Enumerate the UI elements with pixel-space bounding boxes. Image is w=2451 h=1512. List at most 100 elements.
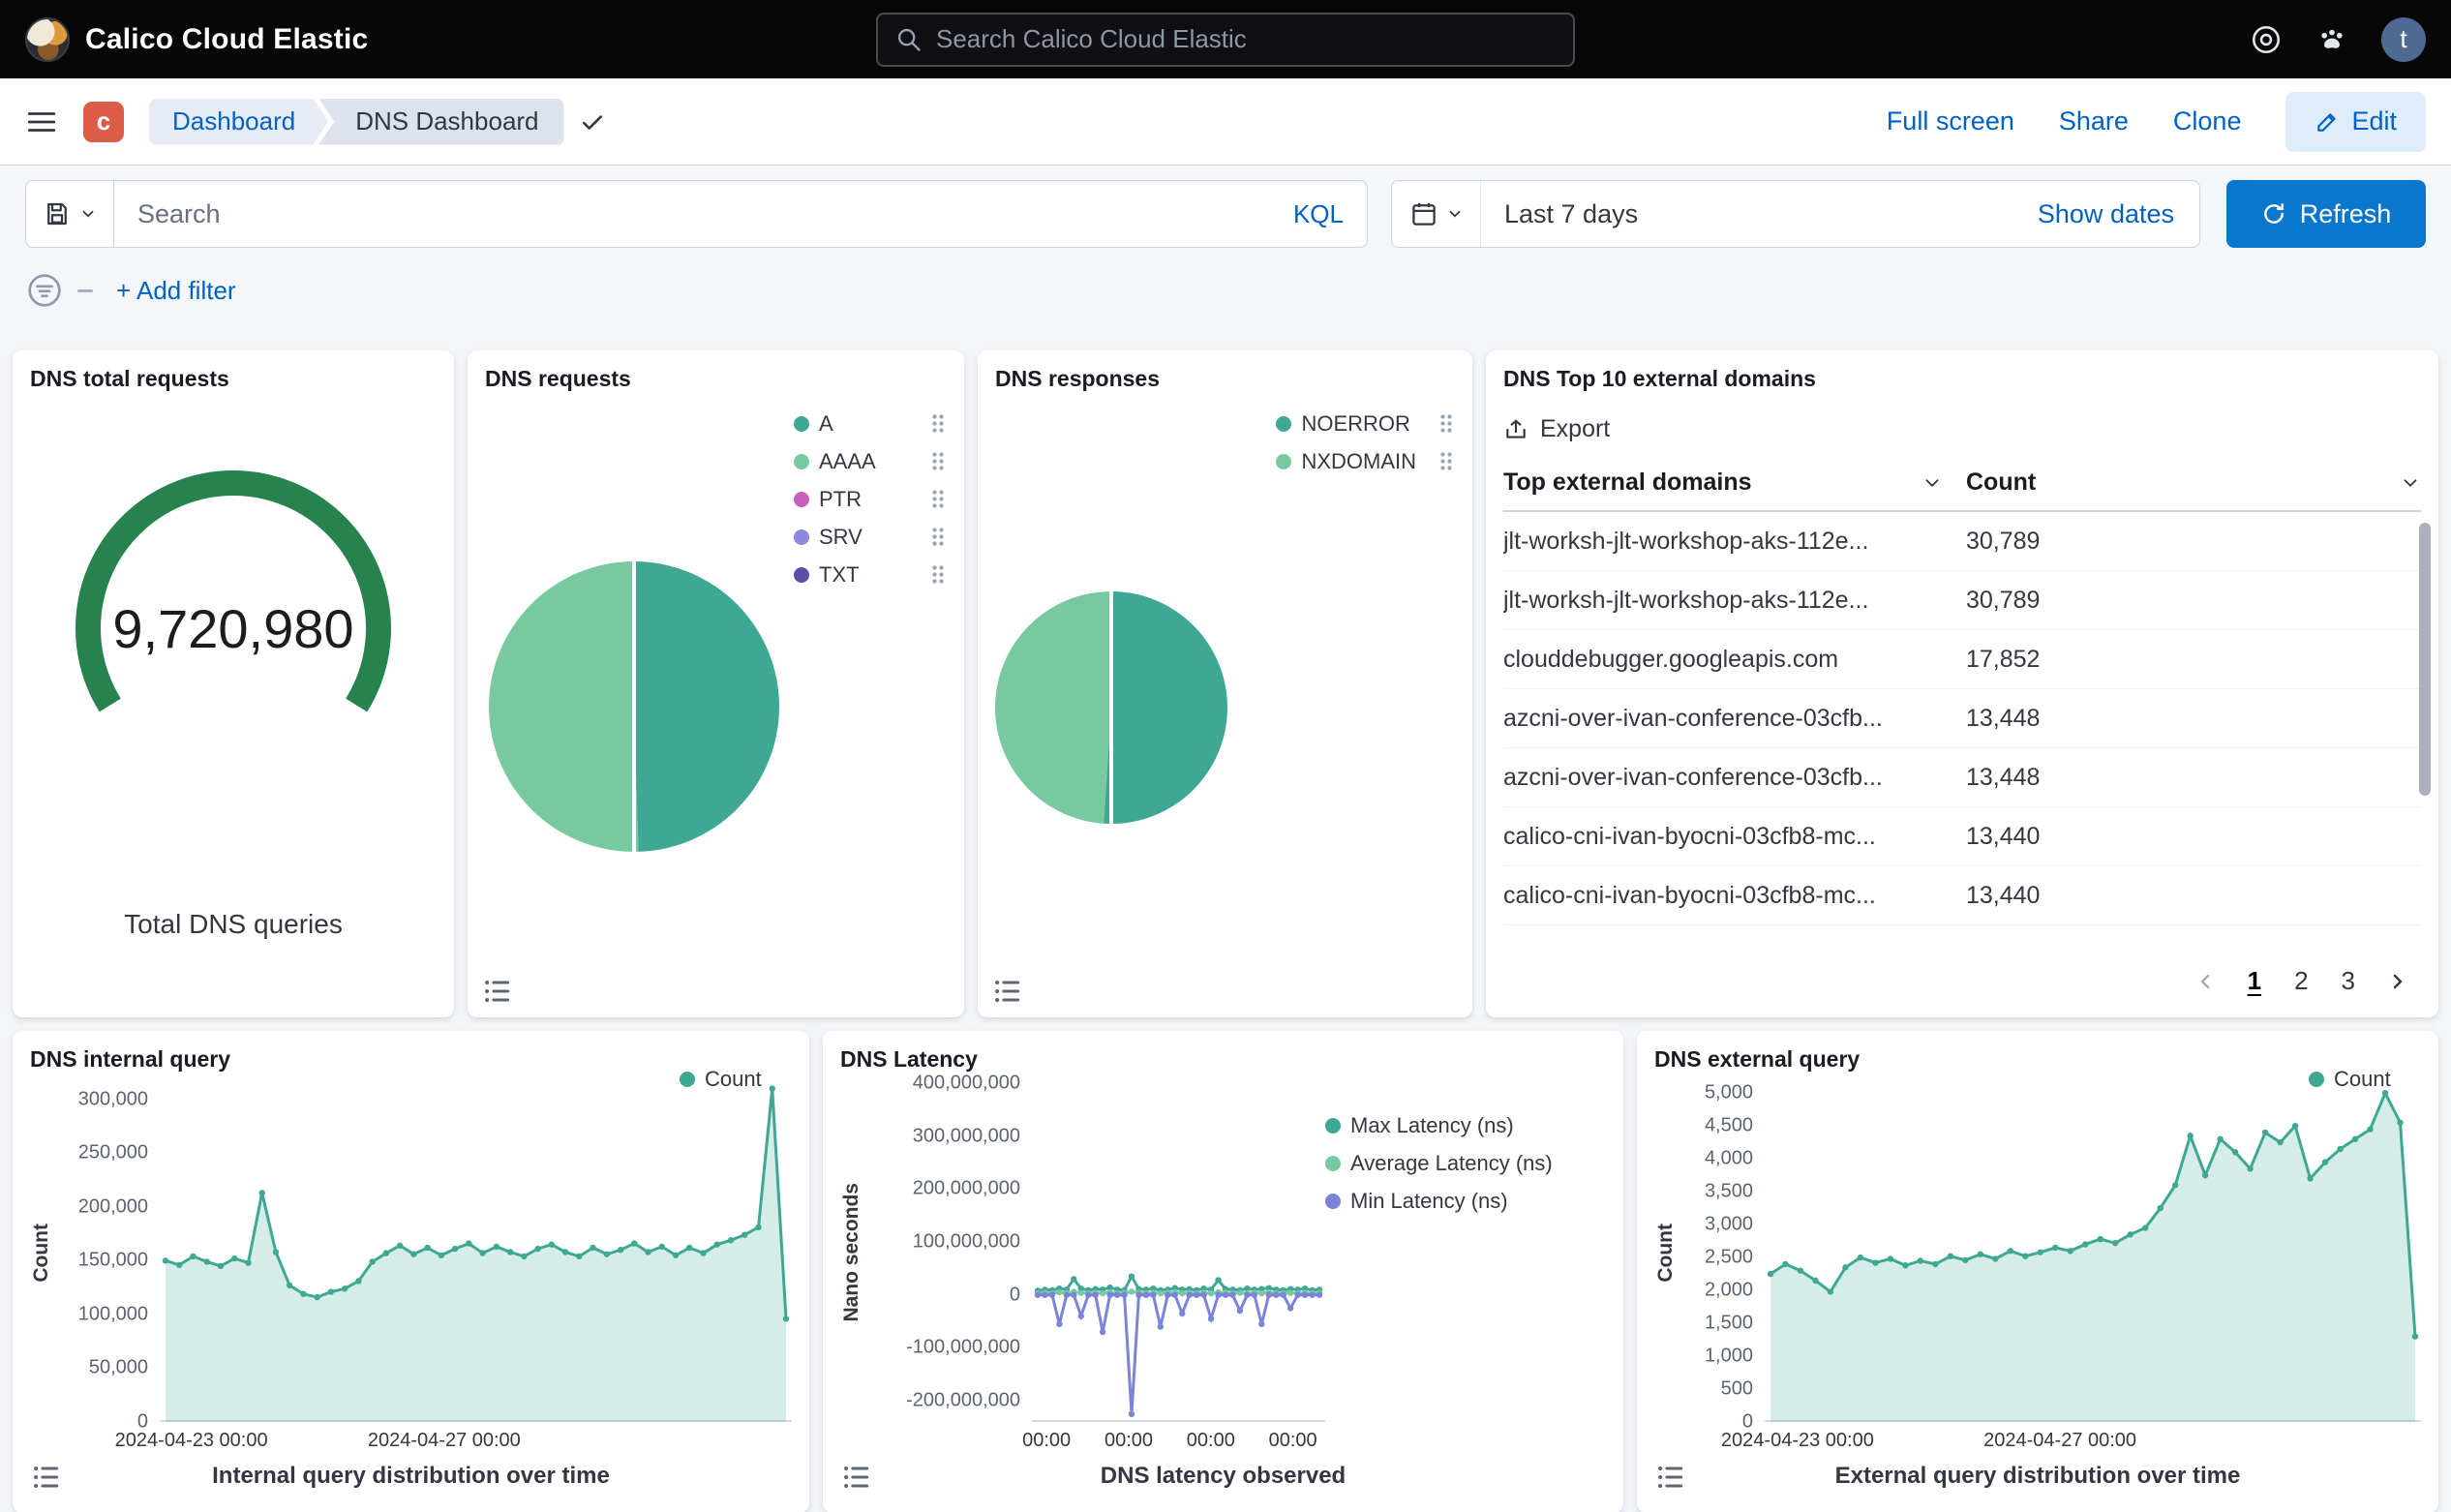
legend-color-dot bbox=[680, 1072, 695, 1087]
legend-label: Count bbox=[2334, 1067, 2423, 1092]
dns-responses-pie-chart[interactable] bbox=[995, 591, 1227, 824]
legend-toggle-icon[interactable] bbox=[993, 977, 1022, 1006]
filter-divider bbox=[77, 289, 93, 292]
menu-hamburger-icon[interactable] bbox=[25, 106, 58, 138]
table-row[interactable]: jlt-worksh-jlt-workshop-aks-112e...30,78… bbox=[1503, 512, 2421, 571]
legend-color-dot bbox=[794, 416, 809, 432]
breadcrumb-dns-dashboard[interactable]: DNS Dashboard bbox=[318, 99, 563, 145]
legend-color-dot bbox=[794, 454, 809, 469]
edit-button[interactable]: Edit bbox=[2285, 92, 2426, 152]
legend-toggle-icon[interactable] bbox=[1656, 1463, 1685, 1492]
chart-legend: AAAAAPTRSRVTXT bbox=[794, 405, 945, 593]
count-cell: 13,440 bbox=[1966, 882, 2421, 910]
time-range-value[interactable]: Last 7 days bbox=[1481, 199, 2038, 229]
y-axis-tick-label: -200,000,000 bbox=[869, 1390, 1020, 1412]
search-input[interactable] bbox=[137, 199, 1278, 229]
internal-query-chart[interactable] bbox=[160, 1083, 792, 1422]
chevron-down-icon bbox=[1446, 205, 1464, 223]
y-axis-tick-label: 2,500 bbox=[1683, 1247, 1753, 1269]
column-header-domains[interactable]: Top external domains bbox=[1503, 469, 1752, 497]
drag-handle-icon[interactable] bbox=[1439, 451, 1453, 471]
drag-handle-icon[interactable] bbox=[931, 489, 945, 509]
refresh-button[interactable]: Refresh bbox=[2226, 180, 2426, 248]
clone-button[interactable]: Clone bbox=[2173, 106, 2242, 136]
drag-handle-icon[interactable] bbox=[931, 451, 945, 471]
y-axis-tick-label: 100,000 bbox=[59, 1303, 148, 1325]
kql-search-box[interactable]: KQL bbox=[114, 180, 1368, 248]
drag-handle-icon[interactable] bbox=[931, 413, 945, 434]
drag-handle-icon[interactable] bbox=[931, 564, 945, 585]
legend-item[interactable]: Count bbox=[680, 1060, 794, 1098]
table-row[interactable]: jlt-worksh-jlt-workshop-aks-112e...30,78… bbox=[1503, 571, 2421, 630]
column-sort-icon[interactable] bbox=[2400, 472, 2421, 494]
legend-item[interactable]: AAAA bbox=[794, 442, 945, 480]
panel-title: DNS Top 10 external domains bbox=[1503, 366, 2421, 392]
table-row[interactable]: azcni-over-ivan-conference-03cfb...13,44… bbox=[1503, 689, 2421, 748]
external-query-chart[interactable] bbox=[1765, 1083, 2421, 1422]
calendar-icon bbox=[1409, 199, 1438, 228]
prev-page-icon[interactable] bbox=[2194, 970, 2217, 993]
query-bar: KQL Last 7 days Show dates Refresh bbox=[0, 166, 2451, 248]
ring-icon[interactable] bbox=[2250, 23, 2283, 56]
calendar-button[interactable] bbox=[1392, 181, 1481, 247]
legend-label: Average Latency (ns) bbox=[1350, 1151, 1606, 1176]
legend-toggle-icon[interactable] bbox=[483, 977, 512, 1006]
x-axis-tick-label: 00:00 bbox=[1269, 1430, 1317, 1452]
legend-item[interactable]: NXDOMAIN bbox=[1276, 442, 1453, 480]
latency-chart[interactable] bbox=[1032, 1083, 1325, 1422]
page-number[interactable]: 2 bbox=[2294, 966, 2308, 996]
show-dates-button[interactable]: Show dates bbox=[2038, 199, 2199, 229]
table-scrollbar[interactable] bbox=[2419, 523, 2431, 796]
legend-item[interactable]: TXT bbox=[794, 556, 945, 593]
legend-item[interactable]: Min Latency (ns) bbox=[1325, 1182, 1606, 1220]
space-avatar[interactable]: c bbox=[83, 102, 124, 142]
column-sort-icon[interactable] bbox=[1921, 472, 1943, 494]
add-filter-button[interactable]: + Add filter bbox=[116, 276, 236, 306]
table-row[interactable]: azcni-over-ivan-conference-03cfb...13,44… bbox=[1503, 748, 2421, 807]
column-header-count[interactable]: Count bbox=[1966, 469, 2036, 497]
page-number[interactable]: 1 bbox=[2248, 966, 2261, 996]
legend-item[interactable]: Max Latency (ns) bbox=[1325, 1106, 1606, 1144]
full-screen-button[interactable]: Full screen bbox=[1887, 106, 2014, 136]
global-search[interactable] bbox=[876, 13, 1575, 67]
dns-requests-pie-chart[interactable] bbox=[489, 561, 779, 852]
kql-button[interactable]: KQL bbox=[1293, 199, 1344, 229]
legend-label: Max Latency (ns) bbox=[1350, 1113, 1606, 1138]
page-number[interactable]: 3 bbox=[2342, 966, 2355, 996]
share-button[interactable]: Share bbox=[2059, 106, 2129, 136]
legend-toggle-icon[interactable] bbox=[32, 1463, 61, 1492]
drag-handle-icon[interactable] bbox=[931, 527, 945, 547]
page-numbers: 1 2 3 bbox=[2248, 966, 2355, 996]
legend-item[interactable]: NOERROR bbox=[1276, 405, 1453, 442]
export-label: Export bbox=[1540, 415, 1610, 443]
x-axis-ticks: 00:0000:0000:0000:00 bbox=[1032, 1426, 1325, 1455]
domain-cell: jlt-worksh-jlt-workshop-aks-112e... bbox=[1503, 528, 1966, 556]
export-button[interactable]: Export bbox=[1503, 415, 1610, 443]
y-axis-ticks: 300,000250,000200,000150,000100,00050,00… bbox=[59, 1083, 160, 1422]
breadcrumb-dashboard[interactable]: Dashboard bbox=[149, 99, 328, 145]
next-page-icon[interactable] bbox=[2386, 970, 2409, 993]
calico-logo[interactable] bbox=[25, 17, 70, 62]
user-avatar[interactable]: t bbox=[2381, 17, 2426, 62]
table-row[interactable]: calico-cni-ivan-byocni-03cfb8-mc...13,44… bbox=[1503, 866, 2421, 925]
legend-item[interactable]: A bbox=[794, 405, 945, 442]
legend-color-dot bbox=[1325, 1118, 1341, 1134]
pencil-icon bbox=[2315, 109, 2340, 135]
y-axis-tick-label: 4,500 bbox=[1683, 1115, 1753, 1137]
table-row[interactable]: clouddebugger.googleapis.com17,852 bbox=[1503, 630, 2421, 689]
global-search-input[interactable] bbox=[936, 24, 1556, 54]
legend-item[interactable]: SRV bbox=[794, 518, 945, 556]
legend-item[interactable]: Count bbox=[2309, 1060, 2423, 1098]
filter-icon[interactable] bbox=[25, 271, 64, 310]
y-axis-label: Count bbox=[1654, 1224, 1683, 1283]
legend-toggle-icon[interactable] bbox=[842, 1463, 871, 1492]
legend-item[interactable]: PTR bbox=[794, 480, 945, 518]
legend-item[interactable]: Average Latency (ns) bbox=[1325, 1144, 1606, 1182]
panel-dns-responses: DNS responses NOERRORNXDOMAIN bbox=[978, 350, 1472, 1017]
legend-label: Min Latency (ns) bbox=[1350, 1189, 1606, 1214]
paw-icon[interactable] bbox=[2315, 23, 2348, 56]
drag-handle-icon[interactable] bbox=[1439, 413, 1453, 434]
saved-query-button[interactable] bbox=[25, 180, 114, 248]
table-pagination: 1 2 3 bbox=[2194, 966, 2409, 996]
table-row[interactable]: calico-cni-ivan-byocni-03cfb8-mc...13,44… bbox=[1503, 807, 2421, 866]
